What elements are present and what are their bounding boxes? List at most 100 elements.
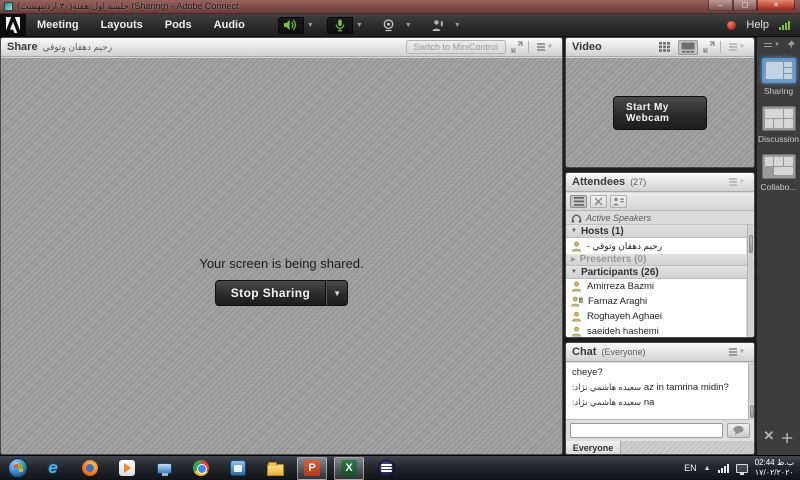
close-layout-icon[interactable]: ✕	[763, 428, 774, 447]
start-button[interactable]	[8, 458, 28, 478]
taskbar-app-window[interactable]	[223, 457, 253, 480]
raise-hand-icon	[431, 19, 444, 32]
taskbar-file-explorer[interactable]	[260, 457, 290, 480]
microphone-dropdown[interactable]: ▼	[353, 17, 366, 34]
fullscreen-icon[interactable]	[511, 41, 523, 53]
share-presenter-name: رحيم دهقان وثوقي	[42, 41, 113, 52]
message-sender: سعيده هاشمي نژاد:	[572, 397, 642, 407]
stop-sharing-group: Stop Sharing ▼	[214, 280, 349, 306]
taskbar-excel[interactable]: X	[334, 456, 364, 480]
person-icon	[571, 281, 582, 292]
attendees-scrollbar[interactable]	[747, 225, 753, 336]
video-pod-header: Video ▼	[566, 38, 754, 57]
message-text: az in tamrina midin?	[643, 382, 729, 393]
hosts-section-header[interactable]: ▼ Hosts (1)	[566, 225, 754, 238]
person-steps-icon	[571, 296, 583, 307]
taskbar-media-player[interactable]	[112, 457, 142, 480]
network-status-icon[interactable]	[735, 463, 748, 475]
participant-row[interactable]: Farnaz Araghi	[566, 294, 746, 309]
participant-name: Roghayeh Aghaei	[587, 311, 663, 322]
participant-name: saeideh hashemi	[587, 326, 659, 337]
layout-thumbnail-discussion[interactable]	[761, 106, 796, 131]
excel-icon: X	[341, 460, 357, 476]
host-row[interactable]: رحيم دهقان وثوقي -	[566, 238, 746, 254]
webcam-button[interactable]	[376, 17, 402, 34]
maximize-button[interactable]: ▢	[733, 0, 757, 11]
adobe-logo-icon[interactable]	[0, 13, 26, 37]
status-view-button[interactable]	[610, 195, 627, 208]
chat-input[interactable]	[570, 423, 723, 438]
layout-thumbnail-sharing[interactable]	[761, 58, 796, 83]
taskbar-remote-desktop[interactable]	[149, 457, 179, 480]
eclipse-icon	[377, 459, 395, 477]
participant-row[interactable]: saeideh hashemi	[566, 324, 746, 337]
sidebar-menu-icon[interactable]: ▼	[761, 40, 783, 50]
share-pod-menu-icon[interactable]: ▼	[534, 41, 556, 53]
grid-view-icon[interactable]	[656, 40, 673, 55]
connection-signal-icon[interactable]	[779, 20, 790, 30]
show-hidden-icons-arrow[interactable]: ▲	[704, 465, 711, 472]
speaker-dropdown[interactable]: ▼	[304, 17, 317, 34]
menu-audio[interactable]: Audio	[203, 19, 256, 31]
set-status-button[interactable]	[425, 17, 451, 34]
attendees-pod-header: Attendees (27) ▼	[566, 173, 754, 192]
chat-scrollbar[interactable]	[748, 363, 754, 420]
taskbar-eclipse[interactable]	[371, 457, 401, 480]
status-dropdown[interactable]: ▼	[451, 17, 464, 34]
video-fullscreen-icon[interactable]	[703, 41, 715, 53]
app-window-icon	[230, 460, 246, 476]
speech-bubble-icon	[732, 425, 745, 436]
layout-sidebar: ▼ Sharing Discussion Collabo... ✕ ＋	[757, 37, 800, 455]
stop-sharing-button[interactable]: Stop Sharing	[214, 280, 327, 306]
minimize-button[interactable]: –	[708, 0, 733, 11]
microphone-button[interactable]	[326, 16, 353, 34]
chat-pod: Chat (Everyone) ▼ cheye? سعيده هاشمي نژا…	[565, 342, 755, 455]
taskbar-firefox[interactable]	[75, 457, 105, 480]
speaker-button[interactable]	[277, 16, 304, 34]
participant-row[interactable]: Roghayeh Aghaei	[566, 309, 746, 324]
menu-meeting[interactable]: Meeting	[26, 19, 90, 31]
layout-label-sharing: Sharing	[763, 86, 794, 96]
help-menu[interactable]: Help	[746, 19, 769, 31]
recording-indicator-icon	[727, 20, 737, 30]
menu-layouts[interactable]: Layouts	[90, 19, 154, 31]
video-pod-menu-icon[interactable]: ▼	[726, 41, 748, 53]
add-layout-icon[interactable]: ＋	[781, 428, 794, 447]
participants-section-header[interactable]: ▼ Participants (26)	[566, 266, 754, 279]
breakout-view-button[interactable]	[590, 195, 607, 208]
menu-bar: Meeting Layouts Pods Audio ▼ ▼ ▼ ▼ Help	[0, 13, 800, 37]
host-person-icon	[571, 241, 582, 252]
windows-taskbar: e P X EN ▲ 02:44 ب.ظ ۱۷/۰۲/۲۰۲۰	[0, 455, 800, 480]
presenters-section-header[interactable]: ▶ Presenters (0)	[566, 254, 754, 266]
attendee-list-view-button[interactable]	[570, 195, 587, 208]
tray-date: ۱۷/۰۲/۲۰۲۰	[754, 468, 794, 477]
language-indicator[interactable]: EN	[684, 463, 697, 473]
taskbar-powerpoint[interactable]: P	[297, 456, 327, 480]
send-message-button[interactable]	[727, 423, 750, 438]
tab-everyone[interactable]: Everyone	[566, 441, 621, 454]
taskbar-chrome[interactable]	[186, 457, 216, 480]
menu-pods[interactable]: Pods	[154, 19, 203, 31]
stop-sharing-dropdown[interactable]: ▼	[326, 280, 349, 306]
participant-row[interactable]: Amirreza Bazmi	[566, 279, 746, 294]
close-button[interactable]: ✕	[757, 0, 795, 11]
chat-pod-header: Chat (Everyone) ▼	[566, 343, 754, 362]
powerpoint-icon: P	[304, 460, 320, 476]
tray-clock[interactable]: 02:44 ب.ظ ۱۷/۰۲/۲۰۲۰	[755, 458, 794, 478]
network-signal-icon[interactable]	[717, 463, 729, 473]
pin-icon[interactable]	[787, 40, 796, 50]
taskbar-internet-explorer[interactable]: e	[38, 457, 68, 480]
person-icon	[571, 326, 582, 337]
filmstrip-view-icon[interactable]	[678, 39, 699, 55]
chat-pod-menu-icon[interactable]: ▼	[726, 346, 748, 358]
folder-icon	[266, 461, 284, 476]
webcam-dropdown[interactable]: ▼	[402, 17, 415, 34]
microphone-icon	[335, 19, 345, 32]
attendees-pod-menu-icon[interactable]: ▼	[726, 176, 748, 188]
attendees-pod: Attendees (27) ▼ Active Speakers ▼ Hosts	[565, 172, 755, 338]
chat-message: سعيده هاشمي نژاد: na	[572, 397, 748, 408]
start-webcam-button[interactable]: Start My Webcam	[613, 95, 707, 130]
switch-minicontrol-button[interactable]: Switch to MiniControl	[405, 40, 507, 54]
window-controls: – ▢ ✕	[708, 0, 795, 11]
layout-thumbnail-collaboration[interactable]	[761, 154, 796, 179]
